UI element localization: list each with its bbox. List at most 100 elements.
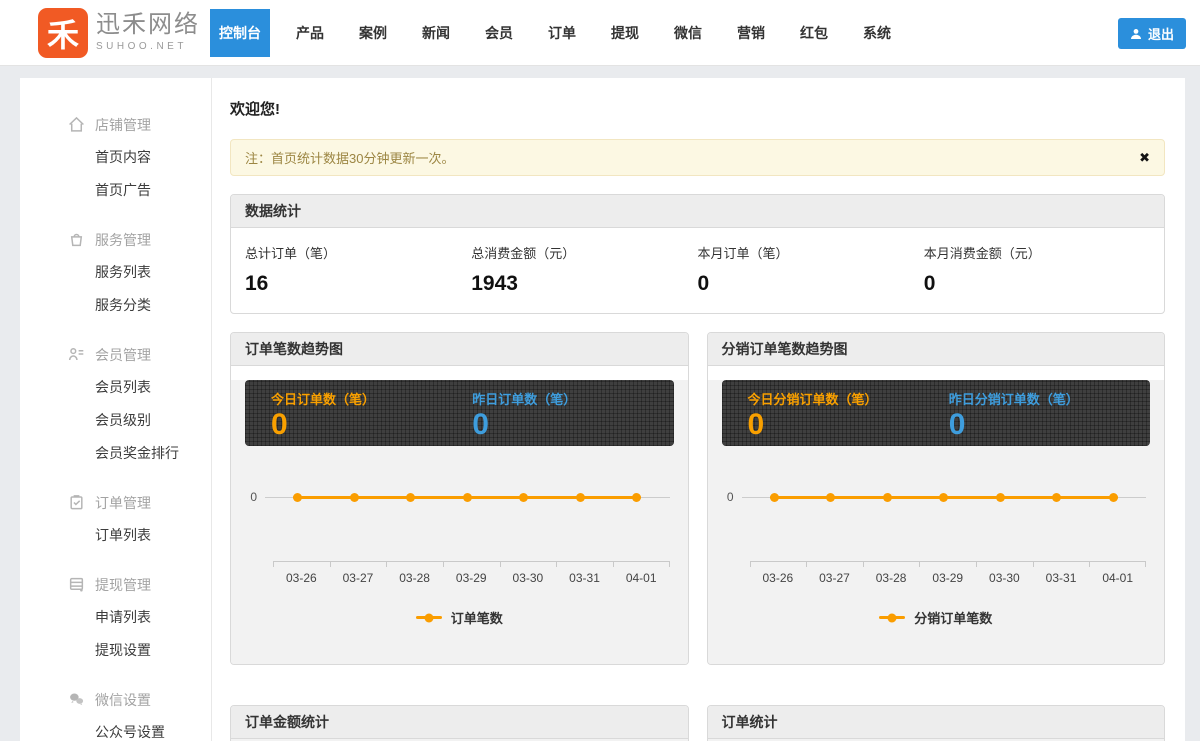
yesterday-orders-value: 0: [472, 408, 673, 443]
nav-item-marketing[interactable]: 营销: [728, 9, 774, 57]
withdraw-icon: [68, 576, 85, 593]
data-point: [883, 493, 892, 502]
nav-item-system[interactable]: 系统: [854, 9, 900, 57]
nav-item-console[interactable]: 控制台: [210, 9, 270, 57]
sidebar-item-member-bonus-rank[interactable]: 会员奖金排行: [20, 437, 211, 470]
data-point: [293, 493, 302, 502]
order-stats-title: 订单统计: [708, 706, 1165, 739]
sidebar-header-wechat[interactable]: 微信设置: [20, 683, 211, 716]
distribution-trend-panel: 分销订单笔数趋势图 今日分销订单数（笔） 0 昨日分销订单数（笔） 0 0: [707, 332, 1166, 665]
stat-total-amount: 总消费金额（元） 1943: [471, 243, 697, 296]
sidebar-header-shop[interactable]: 店铺管理: [20, 108, 211, 141]
series-points: [770, 493, 1118, 502]
sidebar-header-label: 订单管理: [95, 493, 151, 513]
services-icon: [68, 231, 85, 248]
sidebar-header-label: 店铺管理: [95, 115, 151, 135]
x-axis: 03-26 03-27 03-28 03-29 03-30 03-31 04-0…: [750, 561, 1147, 585]
nav-item-members[interactable]: 会员: [476, 9, 522, 57]
wechat-icon: [68, 691, 85, 708]
x-axis-label: 03-31: [1033, 562, 1090, 585]
sidebar-item-member-list[interactable]: 会员列表: [20, 371, 211, 404]
nav-item-withdraw[interactable]: 提现: [602, 9, 648, 57]
stat-total-orders: 总计订单（笔） 16: [245, 243, 471, 296]
y-axis-tick: 0: [243, 490, 265, 504]
sidebar-item-home-ads[interactable]: 首页广告: [20, 174, 211, 207]
stat-label: 本月消费金额（元）: [924, 243, 1150, 262]
legend-label: 分销订单笔数: [914, 608, 992, 627]
sidebar-section-shop: 店铺管理 首页内容 首页广告: [20, 108, 211, 207]
notice-bar: 注：首页统计数据30分钟更新一次。 ✖: [230, 139, 1165, 176]
data-point: [996, 493, 1005, 502]
sidebar-item-home-content[interactable]: 首页内容: [20, 141, 211, 174]
x-axis-label: 04-01: [613, 562, 670, 585]
today-yesterday-box: 今日分销订单数（笔） 0 昨日分销订单数（笔） 0: [722, 380, 1151, 446]
line-plot: 0: [243, 490, 670, 504]
nav-item-products[interactable]: 产品: [287, 9, 333, 57]
orders-icon: [68, 494, 85, 511]
order-amount-panel: 订单金额统计: [230, 705, 689, 741]
x-axis-label: 03-27: [330, 562, 387, 585]
logo-text: 迅禾网络 SUHOO.NET: [96, 13, 200, 52]
logo-subtitle: SUHOO.NET: [96, 41, 200, 52]
data-point: [939, 493, 948, 502]
sidebar-section-withdraw: 提现管理 申请列表 提现设置: [20, 568, 211, 667]
sidebar-item-service-category[interactable]: 服务分类: [20, 289, 211, 322]
logout-button[interactable]: 退出: [1118, 18, 1186, 49]
sidebar-header-orders[interactable]: 订单管理: [20, 486, 211, 519]
x-axis-label: 03-26: [273, 562, 330, 585]
x-axis-label: 03-28: [386, 562, 443, 585]
order-trend-chart: 今日订单数（笔） 0 昨日订单数（笔） 0 0: [231, 380, 688, 664]
sidebar-item-service-list[interactable]: 服务列表: [20, 256, 211, 289]
x-axis-label: 03-30: [500, 562, 557, 585]
sidebar-header-label: 微信设置: [95, 690, 151, 710]
home-icon: [68, 116, 85, 133]
today-distribution-label: 今日分销订单数（笔）: [748, 389, 949, 408]
nav-item-redpacket[interactable]: 红包: [791, 9, 837, 57]
yesterday-orders-label: 昨日订单数（笔）: [472, 389, 673, 408]
nav-item-cases[interactable]: 案例: [350, 9, 396, 57]
data-point: [463, 493, 472, 502]
x-axis-label: 03-30: [976, 562, 1033, 585]
order-stats-panel: 订单统计: [707, 705, 1166, 741]
stat-value: 0: [924, 272, 1150, 296]
series-points: [293, 493, 641, 502]
order-trend-panel: 订单笔数趋势图 今日订单数（笔） 0 昨日订单数（笔） 0 0: [230, 332, 689, 665]
yesterday-distribution-label: 昨日分销订单数（笔）: [949, 389, 1150, 408]
stats-panel: 数据统计 总计订单（笔） 16 总消费金额（元） 1943 本月订单（笔） 0 …: [230, 194, 1165, 314]
top-nav: 控制台 产品 案例 新闻 会员 订单 提现 微信 营销 红包 系统: [210, 0, 917, 65]
data-point: [1109, 493, 1118, 502]
today-distribution-value: 0: [748, 408, 949, 443]
plot-area: [265, 493, 670, 502]
line-plot: 0: [720, 490, 1147, 504]
sidebar-item-apply-list[interactable]: 申请列表: [20, 601, 211, 634]
data-point: [632, 493, 641, 502]
nav-item-wechat[interactable]: 微信: [665, 9, 711, 57]
logo-icon: 禾: [38, 8, 88, 58]
stats-body: 总计订单（笔） 16 总消费金额（元） 1943 本月订单（笔） 0 本月消费金…: [231, 228, 1164, 313]
trend-charts-row: 订单笔数趋势图 今日订单数（笔） 0 昨日订单数（笔） 0 0: [230, 332, 1165, 665]
nav-item-news[interactable]: 新闻: [413, 9, 459, 57]
data-point: [519, 493, 528, 502]
stats-panel-title: 数据统计: [231, 195, 1164, 228]
sidebar-header-services[interactable]: 服务管理: [20, 223, 211, 256]
sidebar-item-withdraw-settings[interactable]: 提现设置: [20, 634, 211, 667]
stat-value: 1943: [471, 272, 697, 296]
x-axis-label: 04-01: [1089, 562, 1146, 585]
nav-item-orders[interactable]: 订单: [539, 9, 585, 57]
data-point: [576, 493, 585, 502]
close-icon[interactable]: ✖: [1139, 150, 1150, 166]
chart-legend[interactable]: 订单笔数: [231, 608, 688, 627]
logout-label: 退出: [1148, 24, 1174, 43]
sidebar-header-label: 会员管理: [95, 345, 151, 365]
sidebar-item-official-account-settings[interactable]: 公众号设置: [20, 716, 211, 741]
data-point: [406, 493, 415, 502]
chart-legend[interactable]: 分销订单笔数: [708, 608, 1165, 627]
sidebar-item-order-list[interactable]: 订单列表: [20, 519, 211, 552]
sidebar-header-withdraw[interactable]: 提现管理: [20, 568, 211, 601]
today-orders-label: 今日订单数（笔）: [271, 389, 472, 408]
order-amount-title: 订单金额统计: [231, 706, 688, 739]
sidebar-section-members: 会员管理 会员列表 会员级别 会员奖金排行: [20, 338, 211, 470]
sidebar-item-member-level[interactable]: 会员级别: [20, 404, 211, 437]
sidebar-header-members[interactable]: 会员管理: [20, 338, 211, 371]
data-point: [826, 493, 835, 502]
